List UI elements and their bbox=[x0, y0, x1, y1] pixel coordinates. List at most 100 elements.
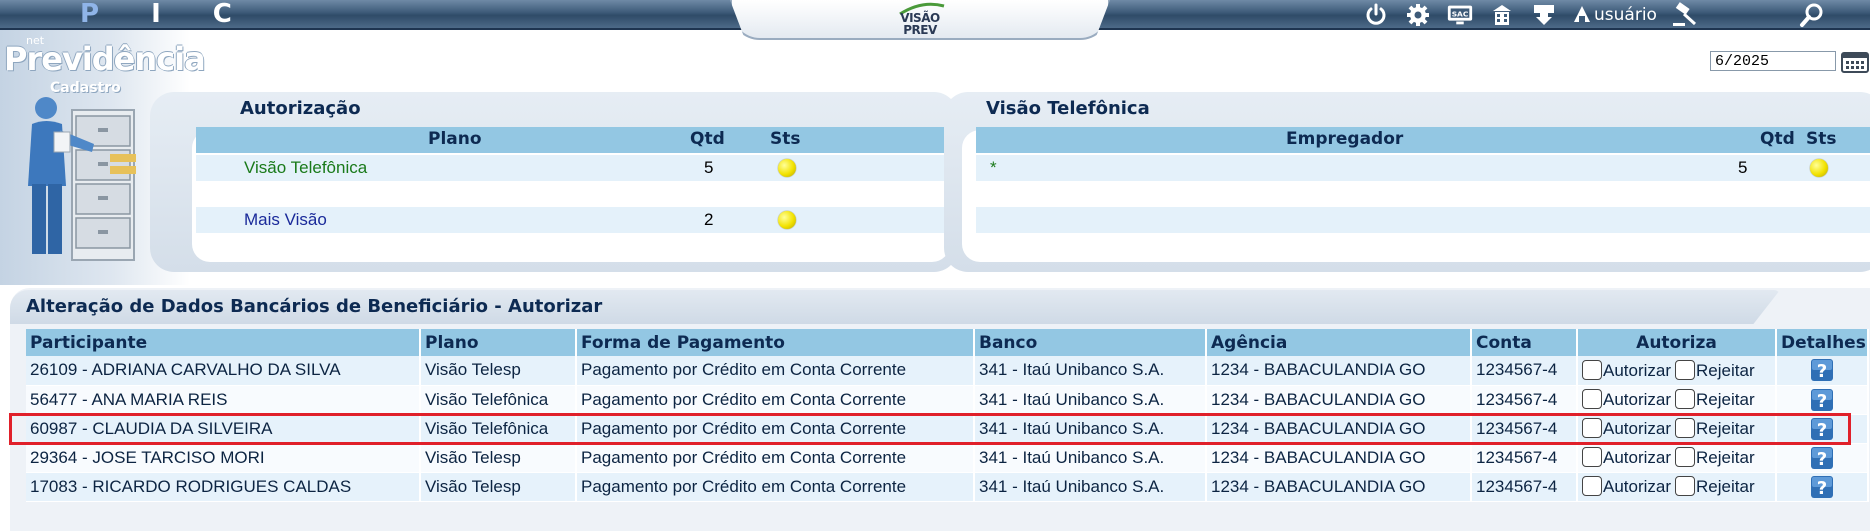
rejeitar-option[interactable]: Rejeitar bbox=[1675, 389, 1755, 410]
period-input[interactable] bbox=[1710, 51, 1836, 71]
col-agencia[interactable]: Agência bbox=[1206, 329, 1472, 356]
download-icon[interactable] bbox=[1530, 1, 1558, 29]
header-plano: Plano bbox=[428, 129, 482, 149]
svg-text:SAC: SAC bbox=[1452, 9, 1469, 18]
forma-pagamento-cell: Pagamento por Crédito em Conta Corrente bbox=[576, 385, 975, 415]
power-icon[interactable] bbox=[1362, 1, 1390, 29]
agencia-cell: 1234 - BABACULANDIA GO bbox=[1206, 385, 1472, 415]
help-icon[interactable]: ? bbox=[1809, 445, 1835, 471]
plano-cell: Visão Telefônica bbox=[420, 385, 577, 415]
autorizar-checkbox[interactable] bbox=[1582, 447, 1602, 467]
rejeitar-checkbox[interactable] bbox=[1675, 447, 1696, 467]
autorizar-option[interactable]: Autorizar bbox=[1582, 389, 1671, 410]
autorizar-label: Autorizar bbox=[1603, 477, 1672, 496]
forma-pagamento-cell: Pagamento por Crédito em Conta Corrente bbox=[576, 414, 975, 444]
rejeitar-checkbox[interactable] bbox=[1675, 389, 1696, 409]
autorizar-option[interactable]: Autorizar bbox=[1582, 476, 1671, 497]
gear-icon[interactable] bbox=[1404, 1, 1432, 29]
agencia-cell: 1234 - BABACULANDIA GO bbox=[1206, 472, 1472, 502]
autorizar-checkbox[interactable] bbox=[1582, 418, 1602, 438]
qtd-value: 5 bbox=[704, 158, 714, 177]
logo-line2: PREV bbox=[903, 23, 937, 37]
autoriza-cell: Autorizar Rejeitar bbox=[1577, 385, 1777, 415]
empregador-row[interactable]: * 5 bbox=[976, 155, 1870, 181]
calendar-icon[interactable] bbox=[1840, 50, 1870, 74]
visao-telefonica-title: Visão Telefônica bbox=[986, 98, 1150, 119]
header-qtd: Qtd bbox=[1760, 129, 1795, 149]
rejeitar-option[interactable]: Rejeitar bbox=[1675, 447, 1755, 468]
autorizar-checkbox[interactable] bbox=[1582, 476, 1602, 496]
participante-cell: 17083 - RICARDO RODRIGUES CALDAS bbox=[26, 472, 421, 502]
help-icon[interactable]: ? bbox=[1809, 357, 1835, 383]
autorizacao-row[interactable]: Visão Telefônica 5 bbox=[196, 155, 946, 181]
plano-cell: Visão Telesp bbox=[420, 443, 577, 473]
autorizacao-row[interactable]: Mais Visão 2 bbox=[196, 207, 946, 233]
col-forma-pagamento[interactable]: Forma de Pagamento bbox=[576, 329, 975, 356]
nav-letter-p[interactable]: P bbox=[80, 0, 99, 28]
rejeitar-label: Rejeitar bbox=[1696, 390, 1755, 409]
col-banco[interactable]: Banco bbox=[974, 329, 1207, 356]
status-dot bbox=[1810, 159, 1828, 177]
table-row: 26109 - ADRIANA CARVALHO DA SILVA Visão … bbox=[26, 356, 1869, 386]
table-header-row: Participante Plano Forma de Pagamento Ba… bbox=[26, 329, 1869, 356]
detalhes-cell: ? bbox=[1776, 472, 1869, 502]
sac-icon[interactable]: SAC bbox=[1446, 1, 1474, 29]
plano-link[interactable]: Mais Visão bbox=[244, 210, 327, 230]
rejeitar-checkbox[interactable] bbox=[1675, 476, 1696, 496]
autorizar-option[interactable]: Autorizar bbox=[1582, 447, 1671, 468]
help-icon[interactable]: ? bbox=[1809, 474, 1835, 500]
autorizacao-header: Plano Qtd Sts bbox=[196, 127, 946, 153]
user-label: usuário bbox=[1594, 5, 1657, 25]
forma-pagamento-cell: Pagamento por Crédito em Conta Corrente bbox=[576, 472, 975, 502]
detalhes-cell: ? bbox=[1776, 443, 1869, 473]
rejeitar-option[interactable]: Rejeitar bbox=[1675, 476, 1755, 497]
svg-text:?: ? bbox=[1817, 361, 1827, 382]
conta-cell: 1234567-4 bbox=[1471, 443, 1578, 473]
col-autoriza: Autoriza bbox=[1577, 329, 1777, 356]
module-name: Cadastro bbox=[50, 80, 121, 96]
rejeitar-option[interactable]: Rejeitar bbox=[1675, 359, 1755, 381]
participante-cell: 56477 - ANA MARIA REIS bbox=[26, 385, 421, 415]
col-plano[interactable]: Plano bbox=[420, 329, 577, 356]
empregador-link[interactable]: * bbox=[990, 158, 997, 178]
user-menu[interactable]: usuário bbox=[1572, 4, 1657, 26]
banco-cell: 341 - Itaú Unibanco S.A. bbox=[974, 385, 1207, 415]
qtd-value: 2 bbox=[704, 210, 714, 229]
rejeitar-checkbox[interactable] bbox=[1675, 418, 1696, 438]
autorizar-option[interactable]: Autorizar bbox=[1582, 418, 1671, 439]
plano-cell: Visão Telefônica bbox=[420, 414, 577, 444]
col-participante[interactable]: Participante bbox=[26, 329, 421, 356]
rejeitar-label: Rejeitar bbox=[1696, 419, 1755, 438]
nav-letter-c[interactable]: C bbox=[213, 0, 232, 28]
rejeitar-option[interactable]: Rejeitar bbox=[1675, 418, 1755, 439]
forma-pagamento-cell: Pagamento por Crédito em Conta Corrente bbox=[576, 356, 975, 386]
svg-text:?: ? bbox=[1817, 391, 1827, 412]
plano-link[interactable]: Visão Telefônica bbox=[244, 158, 367, 178]
autorizar-label: Autorizar bbox=[1603, 360, 1672, 380]
help-icon[interactable]: ? bbox=[1809, 416, 1835, 442]
autorizar-checkbox[interactable] bbox=[1582, 389, 1602, 409]
alteracao-table: Participante Plano Forma de Pagamento Ba… bbox=[26, 329, 1869, 502]
autoriza-cell: Autorizar Rejeitar bbox=[1577, 443, 1777, 473]
autorizar-label: Autorizar bbox=[1603, 390, 1672, 409]
agencia-cell: 1234 - BABACULANDIA GO bbox=[1206, 443, 1472, 473]
rejeitar-label: Rejeitar bbox=[1696, 360, 1755, 380]
header-sts: Sts bbox=[770, 129, 801, 149]
rejeitar-label: Rejeitar bbox=[1696, 477, 1755, 496]
autorizar-checkbox[interactable] bbox=[1582, 359, 1602, 380]
empregador-spacer-row bbox=[976, 207, 1870, 233]
search-icon[interactable] bbox=[1792, 0, 1832, 30]
autorizar-label: Autorizar bbox=[1603, 419, 1672, 438]
autorizar-option[interactable]: Autorizar bbox=[1582, 359, 1672, 381]
qtd-value: 5 bbox=[1738, 158, 1748, 177]
banco-cell: 341 - Itaú Unibanco S.A. bbox=[974, 443, 1207, 473]
filing-cabinet-mascot-icon bbox=[28, 97, 136, 261]
nav-letter-i[interactable]: I bbox=[151, 0, 161, 28]
rejeitar-checkbox[interactable] bbox=[1675, 359, 1696, 380]
conta-cell: 1234567-4 bbox=[1471, 414, 1578, 444]
help-icon[interactable]: ? bbox=[1809, 387, 1835, 413]
gavel-icon[interactable] bbox=[1671, 1, 1699, 29]
building-icon[interactable] bbox=[1488, 1, 1516, 29]
participante-cell: 60987 - CLAUDIA DA SILVEIRA bbox=[26, 414, 421, 444]
col-conta[interactable]: Conta bbox=[1471, 329, 1578, 356]
